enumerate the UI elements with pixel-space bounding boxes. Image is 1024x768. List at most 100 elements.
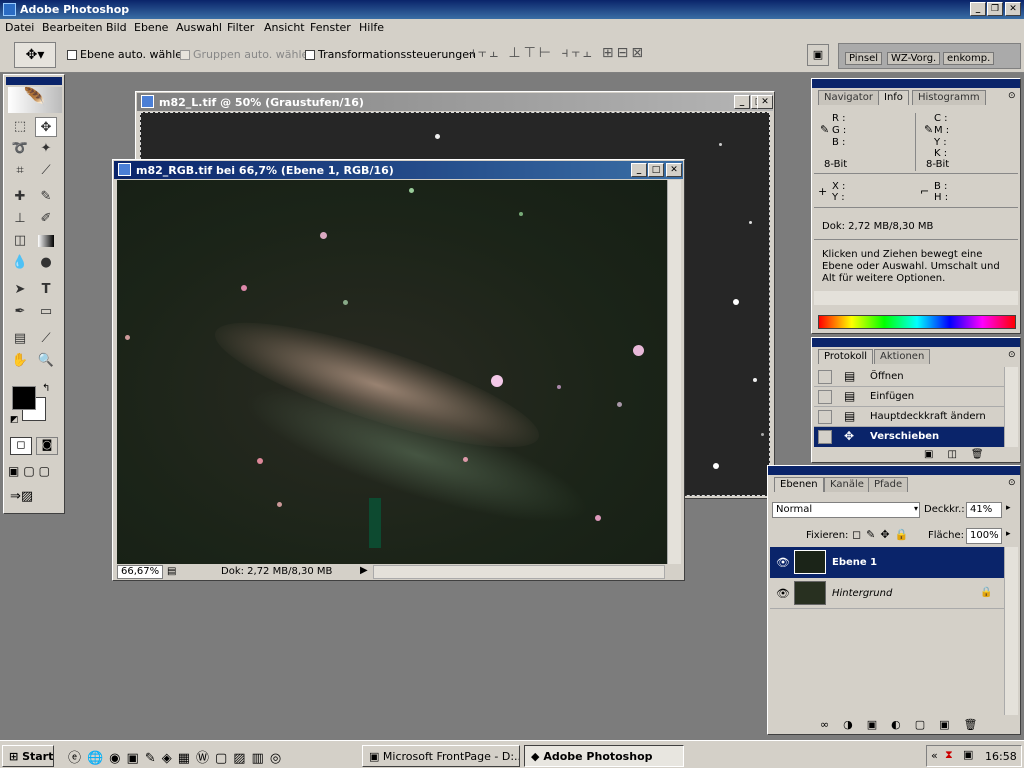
layers-footer-icons[interactable]: ∞◑▣◐▢▣🗑 xyxy=(820,718,992,731)
visibility-eye-icon[interactable]: 👁 xyxy=(776,587,790,600)
doc-rgb-maximize-button[interactable]: □ xyxy=(648,163,664,177)
well-tab-pinsel[interactable]: Pinsel xyxy=(845,52,883,65)
hand-icon[interactable]: ✋ xyxy=(9,351,31,371)
doc-horizontal-scrollbar[interactable] xyxy=(373,565,665,579)
lasso-icon[interactable]: ➰ xyxy=(9,139,31,159)
brush-icon[interactable]: ✎ xyxy=(35,187,57,207)
pen-icon[interactable]: ✒ xyxy=(9,302,31,322)
layer-row[interactable]: 👁 Hintergrund 🔒 xyxy=(770,578,1004,609)
menu-ansicht[interactable]: Ansicht xyxy=(264,21,305,34)
blend-mode-select[interactable]: Normal ▾ xyxy=(772,502,920,518)
minimize-button[interactable]: _ xyxy=(970,2,986,16)
history-brush-icon[interactable]: ✐ xyxy=(35,209,57,229)
tab-aktionen[interactable]: Aktionen xyxy=(874,349,931,364)
quicklaunch-icons[interactable]: ⓔ🌐◉▣✎◈▦Ⓦ▢▨▥◎ xyxy=(68,747,287,766)
menu-bearbeiten[interactable]: Bearbeiten xyxy=(42,21,102,34)
history-item[interactable]: ▤ Öffnen xyxy=(814,367,1004,387)
align-buttons[interactable]: ⫞⫟⫠ ⊥⊤⊢ ⫞⫟⫠ ⊞⊟⊠ xyxy=(468,45,646,61)
screen-mode-icons[interactable]: ▣▢▢ xyxy=(8,464,54,478)
menu-hilfe[interactable]: Hilfe xyxy=(359,21,384,34)
task-frontpage[interactable]: ▣ Microsoft FrontPage - D:... xyxy=(362,745,520,767)
slice-icon[interactable]: ⟋ xyxy=(35,161,57,181)
opacity-field[interactable]: 41% xyxy=(966,502,1002,518)
magic-wand-icon[interactable]: ✦ xyxy=(35,139,57,159)
tab-ebenen[interactable]: Ebenen xyxy=(774,477,824,492)
doc-rgb-close-button[interactable]: ✕ xyxy=(666,163,682,177)
tab-info[interactable]: Info xyxy=(878,90,909,105)
fill-slider-arrow-icon[interactable]: ▸ xyxy=(1006,529,1011,539)
fill-field[interactable]: 100% xyxy=(966,528,1002,544)
tab-navigator[interactable]: Navigator xyxy=(818,90,879,105)
lock-icons[interactable]: ◻✎✥🔒 xyxy=(852,528,913,541)
zoom-field[interactable]: 66,67% xyxy=(117,565,163,579)
tray-expand-icon[interactable]: « xyxy=(931,749,938,762)
transform-checkbox[interactable] xyxy=(305,50,315,60)
layers-scrollbar[interactable] xyxy=(1004,547,1018,715)
menu-filter[interactable]: Filter xyxy=(227,21,254,34)
type-tool-icon[interactable]: T xyxy=(35,280,57,300)
task-photoshop[interactable]: ◆ Adobe Photoshop xyxy=(524,745,684,767)
history-item[interactable]: ▤ Einfügen xyxy=(814,387,1004,407)
move-tool-preset-icon[interactable]: ✥▾ xyxy=(14,42,56,68)
history-footer-icons[interactable]: ▣◫🗑 xyxy=(924,449,998,460)
well-tab-ebenenkomp[interactable]: enkomp. xyxy=(943,52,995,65)
status-menu-icon[interactable]: ▤ xyxy=(167,566,176,577)
dodge-icon[interactable]: ● xyxy=(35,253,57,273)
status-arrow-icon[interactable]: ▶ xyxy=(360,565,368,576)
opacity-slider-arrow-icon[interactable]: ▸ xyxy=(1006,503,1011,513)
doc-rgb-minimize-button[interactable]: _ xyxy=(631,163,647,177)
start-button[interactable]: ⊞ Start xyxy=(2,745,54,767)
restore-button[interactable]: ❐ xyxy=(987,2,1003,16)
document-rgb-title: m82_RGB.tif bei 66,7% (Ebene 1, RGB/16) xyxy=(136,164,394,177)
history-item-selected[interactable]: ✥ Verschieben xyxy=(814,427,1004,447)
menu-auswahl[interactable]: Auswahl xyxy=(176,21,222,34)
tab-pfade[interactable]: Pfade xyxy=(868,477,909,492)
info-hint: Klicken und Ziehen bewegt eine Ebene ode… xyxy=(822,249,1000,284)
palette-menu-icon[interactable]: ⊙ xyxy=(1008,478,1016,488)
menu-datei[interactable]: Datei xyxy=(5,21,34,34)
tab-kanaele[interactable]: Kanäle xyxy=(824,477,870,492)
document-rgb-canvas[interactable] xyxy=(117,180,667,564)
history-item[interactable]: ▤ Hauptdeckkraft ändern xyxy=(814,407,1004,427)
notes-icon[interactable]: ▤ xyxy=(9,329,31,349)
foreground-color-swatch[interactable] xyxy=(12,386,36,410)
move-tool-icon[interactable]: ✥ xyxy=(35,117,57,137)
stamp-icon[interactable]: ⊥ xyxy=(9,209,31,229)
path-select-icon[interactable]: ➤ xyxy=(9,280,31,300)
color-ramp[interactable] xyxy=(818,315,1016,329)
layer-row-selected[interactable]: 👁 Ebene 1 xyxy=(770,547,1004,578)
menu-ebene[interactable]: Ebene xyxy=(134,21,168,34)
doc-vertical-scrollbar[interactable] xyxy=(667,180,681,564)
crop-icon[interactable]: ⌗ xyxy=(9,161,31,181)
doc-l-close-button[interactable]: ✕ xyxy=(757,95,773,109)
imageready-icon[interactable]: ⇒▨ xyxy=(10,489,33,504)
blur-icon[interactable]: 💧 xyxy=(9,253,31,273)
file-browser-icon[interactable]: ▣ xyxy=(807,44,829,66)
swap-colors-icon[interactable]: ↰ xyxy=(42,383,50,394)
well-tab-wz[interactable]: WZ-Vorg. xyxy=(887,52,941,65)
auto-group-checkbox[interactable] xyxy=(180,50,190,60)
menu-bild[interactable]: Bild xyxy=(106,21,127,34)
tab-histogramm[interactable]: Histogramm xyxy=(912,90,986,105)
shape-icon[interactable]: ▭ xyxy=(35,302,57,322)
network-tray-icon[interactable]: ▣ xyxy=(963,748,973,761)
eraser-icon[interactable]: ◫ xyxy=(9,231,31,251)
menu-fenster[interactable]: Fenster xyxy=(310,21,351,34)
auto-layer-checkbox[interactable] xyxy=(67,50,77,60)
eyedropper-icon[interactable]: ⟋ xyxy=(35,329,57,349)
palette-menu-icon[interactable]: ⊙ xyxy=(1008,350,1016,360)
history-scrollbar[interactable] xyxy=(1004,367,1018,447)
doc-l-minimize-button[interactable]: _ xyxy=(734,95,750,109)
visibility-eye-icon[interactable]: 👁 xyxy=(776,556,790,569)
zoom-icon[interactable]: 🔍 xyxy=(35,351,57,371)
gradient-icon[interactable] xyxy=(38,235,54,247)
palette-menu-icon[interactable]: ⊙ xyxy=(1008,91,1016,101)
healing-icon[interactable]: ✚ xyxy=(9,187,31,207)
marquee-icon[interactable]: ⬚ xyxy=(9,117,31,137)
close-button[interactable]: ✕ xyxy=(1005,2,1021,16)
acrobat-tray-icon[interactable]: ⧗ xyxy=(945,748,953,762)
quickmask-mode-icon[interactable]: ◙ xyxy=(36,437,58,455)
tab-protokoll[interactable]: Protokoll xyxy=(818,349,874,364)
default-colors-icon[interactable]: ◩ xyxy=(10,415,19,425)
standard-mode-icon[interactable]: ◻ xyxy=(10,437,32,455)
